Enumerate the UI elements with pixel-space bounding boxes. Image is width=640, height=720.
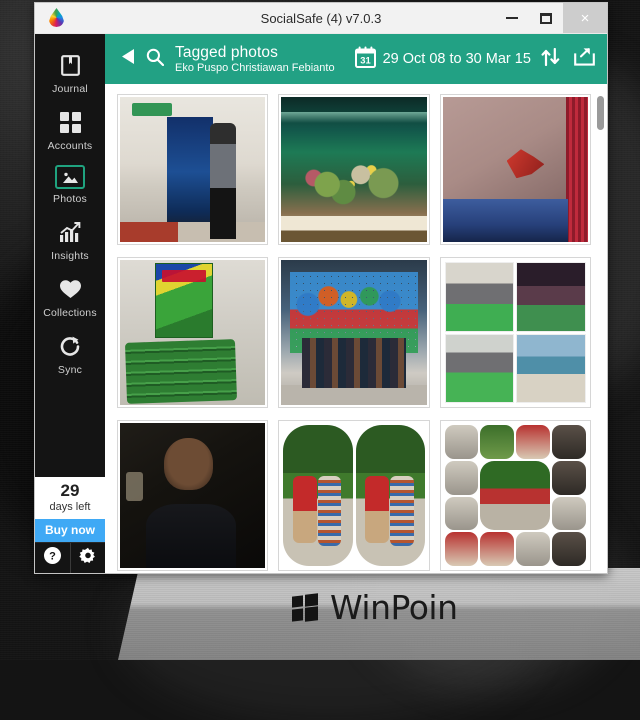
- trial-status: 29 days left: [35, 477, 105, 519]
- date-range-label: 29 Oct 08 to 30 Mar 15: [382, 51, 531, 67]
- sidebar-item-label: Sync: [57, 364, 83, 376]
- photo-thumbnail[interactable]: [117, 257, 269, 408]
- photo-2-image: [281, 97, 427, 242]
- scrollbar-thumb[interactable]: [597, 96, 604, 130]
- settings-button[interactable]: [69, 543, 106, 573]
- photo-3-image: [442, 97, 588, 242]
- heart-icon: [55, 275, 85, 303]
- sidebar: Journal Accounts Photos Insights Collect…: [35, 34, 105, 573]
- sidebar-item-label: Journal: [52, 83, 88, 95]
- photo-thumbnail[interactable]: [439, 257, 591, 408]
- sidebar-item-accounts[interactable]: Accounts: [35, 101, 105, 158]
- windows-tiles-icon: [292, 592, 322, 623]
- sidebar-bottom-bar: ?: [35, 542, 105, 573]
- sidebar-item-label: Insights: [51, 250, 89, 262]
- photo-4-image: [120, 260, 266, 405]
- window-titlebar[interactable]: SocialSafe (4) v7.0.3 ×: [35, 3, 607, 34]
- share-button[interactable]: [574, 47, 595, 71]
- photo-thumbnail[interactable]: [278, 257, 430, 408]
- chart-icon: [55, 218, 85, 246]
- photo-9-image: [442, 423, 588, 568]
- minimize-button[interactable]: [495, 3, 529, 33]
- topbar: Tagged photos Eko Puspo Christiawan Febi…: [105, 34, 607, 84]
- svg-text:?: ?: [49, 551, 56, 563]
- topbar-actions: [541, 47, 595, 71]
- watermark-label: WinPoin: [330, 588, 458, 627]
- svg-text:31: 31: [360, 54, 370, 65]
- photo-thumbnail[interactable]: [439, 94, 591, 245]
- book-icon: [55, 51, 85, 79]
- search-button[interactable]: [141, 48, 169, 71]
- maximize-button[interactable]: [529, 3, 563, 33]
- sidebar-item-collections[interactable]: Collections: [35, 268, 105, 325]
- photo-6-image: [442, 260, 588, 405]
- photo-icon: [55, 165, 85, 189]
- photo-thumbnail[interactable]: [278, 420, 430, 571]
- vertical-scrollbar[interactable]: [597, 88, 604, 569]
- back-arrow-icon: [121, 49, 135, 69]
- sidebar-item-sync[interactable]: Sync: [35, 325, 105, 382]
- photo-8-image: [281, 423, 427, 568]
- close-button[interactable]: ×: [563, 3, 607, 33]
- sidebar-item-label: Accounts: [47, 140, 93, 152]
- trial-days-count: 29: [60, 481, 80, 501]
- sort-arrows-icon: [541, 47, 560, 70]
- photo-thumbnail[interactable]: [439, 420, 591, 571]
- back-button[interactable]: [115, 49, 141, 69]
- search-icon: [146, 48, 165, 71]
- socialsafe-window: SocialSafe (4) v7.0.3 × Journal Accounts…: [34, 2, 608, 574]
- photo-thumbnail[interactable]: [117, 420, 269, 571]
- sidebar-item-label: Photos: [53, 193, 87, 205]
- sidebar-item-insights[interactable]: Insights: [35, 211, 105, 268]
- photo-5-image: [281, 260, 427, 405]
- topbar-title-block: Tagged photos Eko Puspo Christiawan Febi…: [175, 44, 335, 75]
- page-title: Tagged photos: [175, 43, 278, 61]
- content-area: Tagged photos Eko Puspo Christiawan Febi…: [105, 34, 607, 573]
- sidebar-item-label: Collections: [43, 307, 97, 319]
- photo-1-image: [120, 97, 266, 242]
- sidebar-item-photos[interactable]: Photos: [35, 158, 105, 211]
- share-export-icon: [574, 48, 595, 70]
- question-mark-icon: ?: [43, 547, 61, 569]
- sort-button[interactable]: [541, 47, 560, 71]
- date-range-filter[interactable]: 31 29 Oct 08 to 30 Mar 15: [354, 46, 531, 73]
- trial-days-label: days left: [49, 501, 91, 513]
- calendar-icon: 31: [354, 46, 376, 73]
- gear-icon: [79, 547, 97, 570]
- window-body: Journal Accounts Photos Insights Collect…: [35, 34, 607, 573]
- refresh-icon: [55, 332, 85, 360]
- winpoin-watermark: WinPoin: [292, 591, 458, 624]
- sidebar-nav: Journal Accounts Photos Insights Collect…: [35, 34, 105, 382]
- buy-now-button[interactable]: Buy now: [35, 519, 105, 542]
- photo-thumbnail[interactable]: [278, 94, 430, 245]
- photo-grid: [105, 84, 607, 573]
- photo-7-image: [120, 423, 266, 568]
- photo-thumbnail[interactable]: [117, 94, 269, 245]
- sidebar-item-journal[interactable]: Journal: [35, 44, 105, 101]
- photo-grid-wrapper: [105, 84, 607, 573]
- grid-icon: [55, 108, 85, 136]
- rainbow-droplet-icon: [47, 7, 67, 29]
- window-controls: ×: [495, 3, 607, 33]
- help-button[interactable]: ?: [35, 543, 70, 573]
- page-subtitle: Eko Puspo Christiawan Febianto: [175, 62, 335, 75]
